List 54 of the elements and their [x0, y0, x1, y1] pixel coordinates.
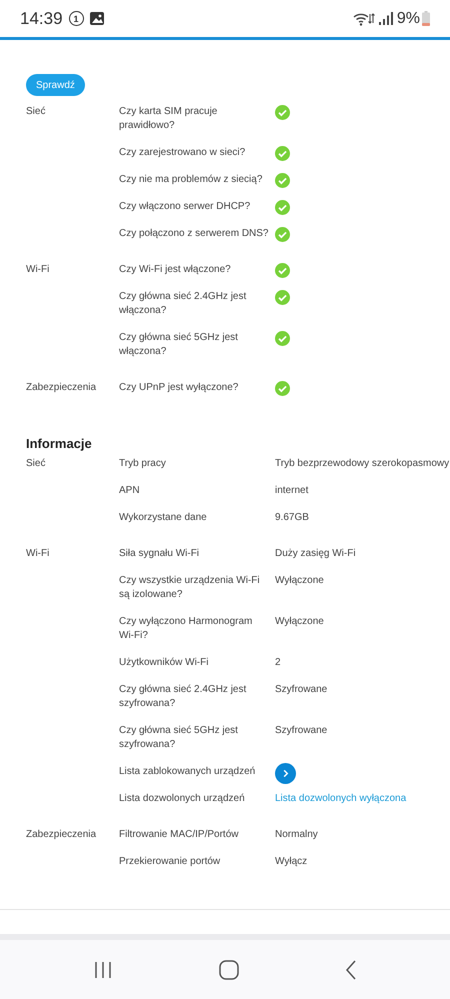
- signal-icon: [378, 12, 393, 25]
- info-value: Wyłącz: [275, 855, 308, 869]
- info-label: Filtrowanie MAC/IP/Portów: [119, 828, 240, 842]
- check-question: Czy karta SIM pracuje prawidłowo?: [119, 105, 218, 133]
- info-value: Duży zasięg Wi-Fi: [275, 547, 357, 561]
- info-label: APN: [119, 484, 141, 498]
- section-title: Informacje: [26, 436, 93, 451]
- recent-apps-icon[interactable]: [93, 960, 113, 978]
- home-icon[interactable]: [219, 960, 239, 980]
- back-icon[interactable]: [345, 960, 357, 980]
- check-question: Czy UPnP jest wyłączone?: [119, 381, 240, 395]
- section-label: Zabezpieczenia: [26, 381, 98, 395]
- status-time: 14:39: [20, 8, 63, 28]
- section-label: Zabezpieczenia: [26, 828, 98, 842]
- info-label: Czy wyłączono Harmonogram Wi-Fi?: [119, 615, 254, 643]
- info-value: internet: [275, 484, 310, 498]
- section-label: Sieć: [26, 457, 46, 471]
- check-question: Czy zarejestrowano w sieci?: [119, 146, 246, 160]
- info-label: Lista zablokowanych urządzeń: [119, 765, 256, 779]
- info-label: Czy główna sieć 5GHz jest szyfrowana?: [119, 724, 239, 752]
- info-value: Szyfrowane: [275, 683, 328, 697]
- info-label: Siła sygnału Wi-Fi: [119, 547, 200, 561]
- check-button[interactable]: Sprawdź: [26, 74, 85, 96]
- arrow-button[interactable]: [275, 763, 296, 784]
- image-icon: [90, 12, 104, 25]
- section-label: Sieć: [26, 105, 46, 119]
- check-question: Czy główna sieć 5GHz jest włączona?: [119, 331, 239, 359]
- info-value: Wyłączone: [275, 574, 325, 588]
- wifi-icon: [352, 12, 375, 26]
- info-value: Normalny: [275, 828, 319, 842]
- info-value: 2: [275, 656, 282, 670]
- info-label: Wykorzystane dane: [119, 511, 208, 525]
- check-question: Czy Wi-Fi jest włączone?: [119, 263, 232, 277]
- check-question: Czy połączono z serwerem DNS?: [119, 227, 270, 241]
- info-value: 9.67GB: [275, 511, 310, 525]
- info-label: Lista dozwolonych urządzeń: [119, 792, 246, 806]
- check-question: Czy nie ma problemów z siecią?: [119, 173, 264, 187]
- notification-badge: 1: [68, 11, 84, 26]
- section-label: Wi-Fi: [26, 547, 50, 561]
- info-label: Tryb pracy: [119, 457, 167, 471]
- chevron-right-icon: [281, 769, 290, 778]
- info-label: Czy wszystkie urządzenia Wi-Fi są izolowane?: [119, 574, 261, 602]
- check-question: Czy włączono serwer DHCP?: [119, 200, 252, 214]
- info-label: Użytkowników Wi-Fi: [119, 656, 210, 670]
- battery-icon: [422, 11, 430, 26]
- check-question: Czy główna sieć 2.4GHz jest włączona?: [119, 290, 248, 318]
- info-value: Tryb bezprzewodowy szerokopasmowy: [275, 457, 450, 471]
- info-value: Szyfrowane: [275, 724, 328, 738]
- battery-percent: 9%: [396, 10, 420, 28]
- info-value: Wyłączone: [275, 615, 325, 629]
- info-label: Przekierowanie portów: [119, 855, 222, 869]
- info-label: Czy główna sieć 2.4GHz jest szyfrowana?: [119, 683, 248, 711]
- info-link[interactable]: Lista dozwolonych wyłączona: [275, 793, 406, 804]
- section-label: Wi-Fi: [26, 263, 50, 277]
